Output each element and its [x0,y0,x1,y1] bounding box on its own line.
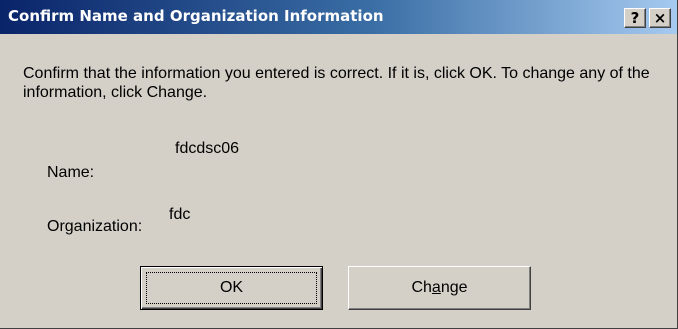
organization-label: Organization: [47,218,143,235]
change-button-label: Change [349,279,530,297]
name-value: fdcdsc06 [175,140,240,157]
name-label: Name: [47,164,95,181]
ok-button-label: OK [219,279,244,296]
change-button[interactable]: Change [348,266,531,310]
help-button[interactable]: ? [624,8,646,28]
confirmation-message: Confirm that the information you entered… [23,65,650,101]
change-label-end: nge [440,279,468,296]
organization-value: fdc [169,206,191,223]
dialog-title: Confirm Name and Organization Informatio… [8,7,384,25]
change-label-start: Ch [411,279,432,296]
confirm-dialog: Confirm Name and Organization Informatio… [0,0,678,329]
change-label-mnemonic: a [431,279,441,296]
ok-button[interactable]: OK [140,266,323,310]
title-bar[interactable]: Confirm Name and Organization Informatio… [0,0,677,34]
close-button[interactable]: × [649,8,671,28]
